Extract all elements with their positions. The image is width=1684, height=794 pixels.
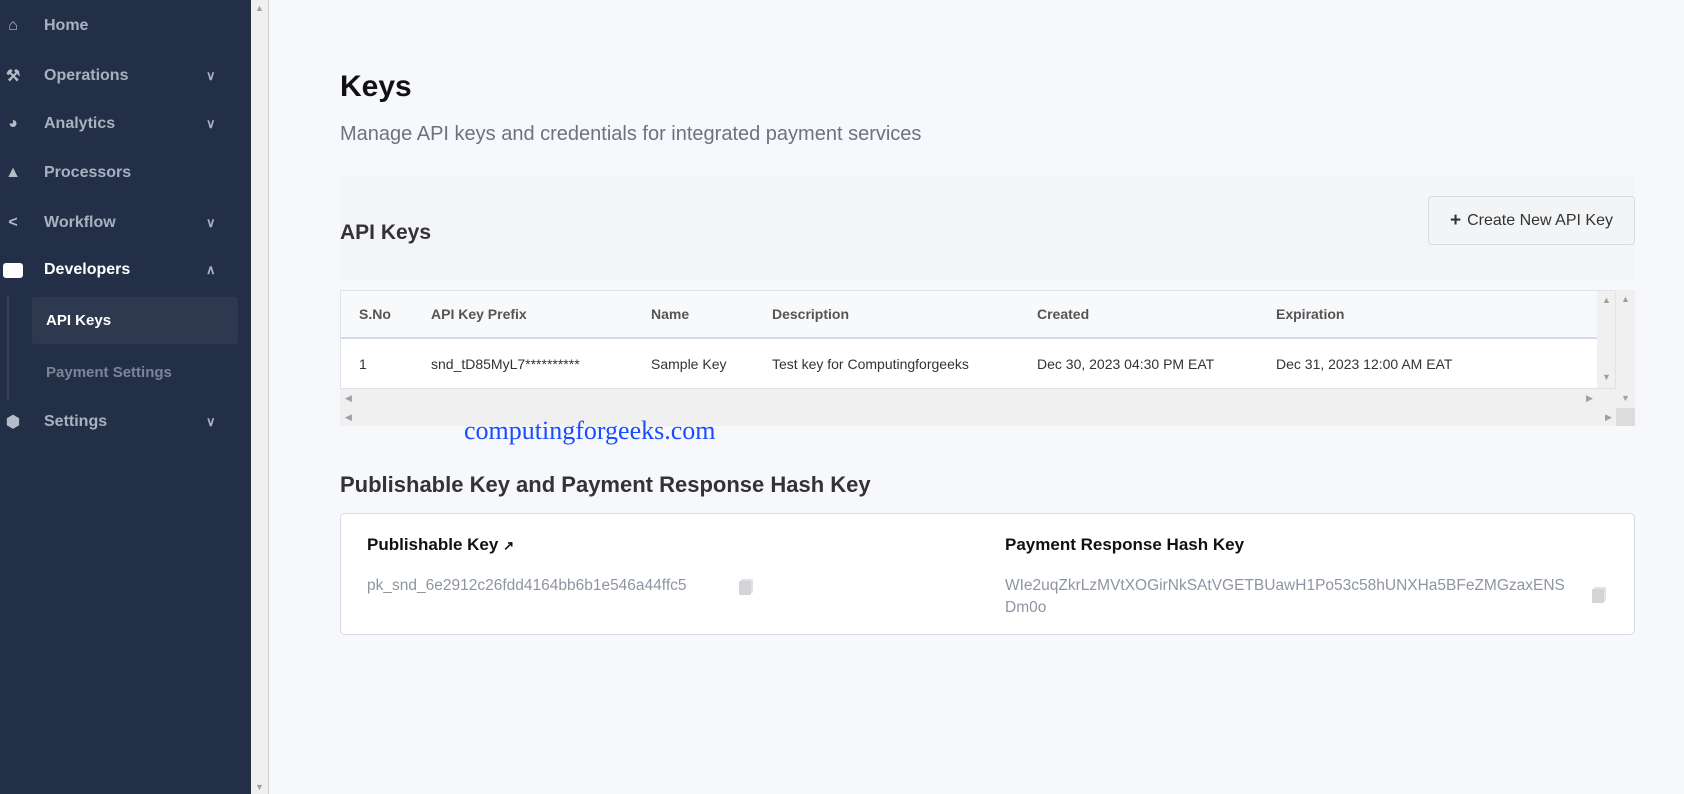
copy-icon[interactable] xyxy=(739,581,751,595)
gear-icon: ⬢ xyxy=(6,414,20,431)
watermark: computingforgeeks.com xyxy=(464,416,716,445)
sidebar-item-payment-settings[interactable]: Payment Settings xyxy=(32,349,238,396)
chevron-up-icon: ∧ xyxy=(206,262,216,277)
cell-name: Sample Key xyxy=(651,355,727,372)
table-row[interactable]: 1 snd_tD85MyL7********** Sample Key Test… xyxy=(341,339,1597,388)
tools-icon: ⚒ xyxy=(5,68,21,85)
external-link-icon[interactable]: ↗ xyxy=(503,538,514,553)
sidebar-scrollbar[interactable]: ▲ ▼ xyxy=(251,0,269,794)
create-api-key-button[interactable]: + Create New API Key xyxy=(1428,196,1635,245)
chevron-down-icon: ∨ xyxy=(206,414,216,429)
publishable-key-value: pk_snd_6e2912c26fdd4164bb6b1e546a44ffc5 xyxy=(367,577,687,594)
home-icon: ⌂ xyxy=(8,17,18,34)
sidebar-item-workflow[interactable]: < Workflow ∨ xyxy=(0,203,251,243)
scroll-corner xyxy=(1616,408,1635,426)
chevron-down-icon: ∨ xyxy=(206,68,216,83)
api-keys-title: API Keys xyxy=(340,221,432,244)
column-header: Name xyxy=(651,306,690,322)
shapes-icon: ▲ xyxy=(5,164,21,181)
page-title: Keys xyxy=(340,70,412,103)
cell-description: Test key for Computingforgeeks xyxy=(772,355,969,372)
page-subtitle: Manage API keys and credentials for inte… xyxy=(340,123,922,145)
api-keys-header: API Keys + Create New API Key xyxy=(340,175,1635,281)
plus-icon: + xyxy=(1450,209,1462,231)
column-header: API Key Prefix xyxy=(431,306,527,322)
sidebar-item-developers[interactable]: Developers ∧ xyxy=(0,250,251,290)
table-vertical-scrollbar[interactable]: ▲ ▼ xyxy=(1597,291,1615,388)
chevron-down-icon: ∨ xyxy=(206,116,216,131)
copy-icon[interactable] xyxy=(1592,589,1604,603)
pie-chart-icon: ◕ xyxy=(8,115,18,132)
share-icon: < xyxy=(8,214,18,231)
api-keys-table: S.No API Key Prefix Name Description Cre… xyxy=(340,290,1616,389)
publishable-key-label: Publishable Key ↗ xyxy=(367,535,514,555)
cell-sno: 1 xyxy=(359,355,367,372)
column-header: Expiration xyxy=(1276,306,1345,322)
table-header: S.No API Key Prefix Name Description Cre… xyxy=(341,291,1597,339)
column-header: Created xyxy=(1037,306,1090,322)
submenu-line xyxy=(7,296,9,399)
table-horizontal-scrollbar[interactable]: ◀ ▶ xyxy=(340,389,1616,408)
sidebar: ⌂ Home ⚒ Operations ∨ ◕ Analytics ∨ ▲ Processo… xyxy=(0,0,251,794)
sidebar-item-api-keys[interactable]: API Keys xyxy=(32,297,238,344)
keys-section-title: Publishable Key and Payment Response Has… xyxy=(340,472,871,497)
hash-key-value: WIe2uqZkrLzMVtXOGirNkSAtVGETBUawH1Po53c5… xyxy=(1005,577,1565,616)
monitor-icon xyxy=(2,259,24,281)
column-header: Description xyxy=(772,306,850,322)
sidebar-item-settings[interactable]: ⬢ Settings ∨ xyxy=(0,402,251,442)
sidebar-item-analytics[interactable]: ◕ Analytics ∨ xyxy=(0,104,251,144)
cell-prefix: snd_tD85MyL7********** xyxy=(431,355,580,372)
chevron-down-icon: ∨ xyxy=(206,215,216,230)
cell-expiration: Dec 31, 2023 12:00 AM EAT xyxy=(1276,355,1453,372)
hash-key-label: Payment Response Hash Key xyxy=(1005,535,1245,554)
sidebar-item-processors[interactable]: ▲ Processors xyxy=(0,153,251,193)
column-header: S.No xyxy=(359,306,391,322)
keys-card: Publishable Key ↗ pk_snd_6e2912c26fdd416… xyxy=(340,513,1635,635)
cell-created: Dec 30, 2023 04:30 PM EAT xyxy=(1037,355,1215,372)
outer-vertical-scrollbar[interactable]: ▲ ▼ xyxy=(1616,290,1635,408)
sidebar-item-home[interactable]: ⌂ Home xyxy=(0,6,251,46)
sidebar-item-operations[interactable]: ⚒ Operations ∨ xyxy=(0,56,251,96)
publishable-key-title: Publishable Key xyxy=(367,535,499,554)
